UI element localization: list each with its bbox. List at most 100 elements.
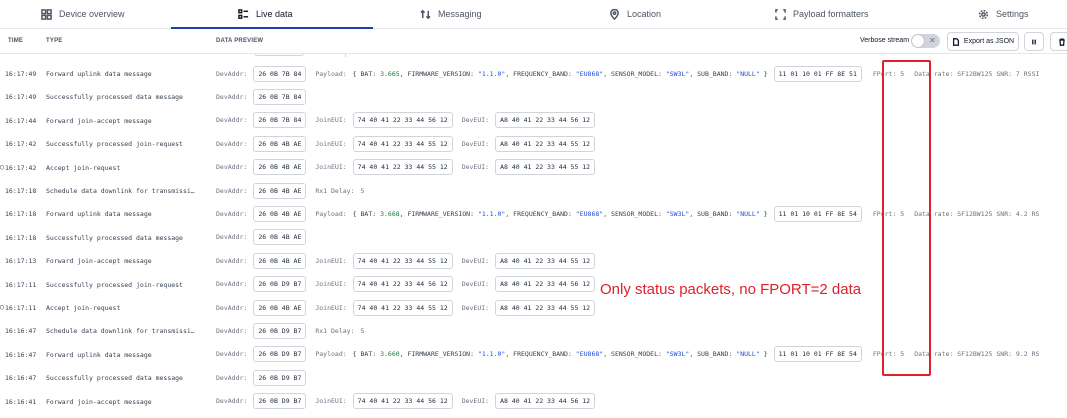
deveui-chip[interactable]: A8 40 41 22 33 44 55 12 bbox=[495, 159, 596, 176]
live-data-header: TIME TYPE DATA PREVIEW Verbose stream ✕ … bbox=[0, 29, 1067, 54]
payload-value: "NULL" bbox=[736, 350, 760, 359]
joineui-label: JoinEUI: bbox=[315, 116, 347, 125]
joineui-chip[interactable]: 74 40 41 22 33 44 55 12 bbox=[352, 252, 453, 269]
payload-key: } bbox=[759, 69, 768, 78]
uplink-metadata: Data rate: SF12BW125 SNR: 7 RSSI bbox=[914, 69, 1040, 78]
deveui-label: DevEUI: bbox=[461, 256, 490, 265]
deveui-chip[interactable]: A8 40 41 22 33 44 56 12 bbox=[495, 112, 596, 129]
data-preview: DevAddr: 26 0B 4B AE Payload: { BAT: 3.668,… bbox=[216, 205, 1039, 222]
devaddr-chip[interactable]: 26 0B D9 B7 bbox=[253, 322, 307, 339]
deveui-chip[interactable]: A8 40 41 22 33 44 56 12 bbox=[495, 393, 596, 410]
export-json-button[interactable]: Export as JSON bbox=[947, 32, 1019, 51]
event-row[interactable]: ◯ 16:17:11 Accept join-request DevAddr: 26 0… bbox=[0, 296, 1067, 319]
event-row[interactable]: 16:17:49 Successfully processed data mess… bbox=[0, 85, 1067, 108]
verbose-stream-toggle[interactable]: ✕ bbox=[911, 34, 940, 48]
payload-key: , SUB_BAND: bbox=[689, 209, 737, 218]
tab-label: Location bbox=[627, 9, 662, 19]
payload-key: , SENSOR_MODEL: bbox=[603, 350, 666, 359]
clear-button[interactable] bbox=[1050, 32, 1067, 51]
event-row[interactable]: 16:17:18 Forward uplink data message DevAd… bbox=[0, 202, 1067, 225]
column-header-type: TYPE bbox=[46, 38, 63, 44]
devaddr-chip[interactable]: 26 0B 4B AE bbox=[253, 299, 307, 316]
tab-location[interactable]: Location bbox=[609, 0, 661, 28]
data-preview: DevAddr: 26 0B D9 B7 Rx1 Delay: 5 bbox=[216, 322, 364, 339]
tab-live-data[interactable]: Live data bbox=[238, 0, 293, 28]
payload-hex-chip[interactable]: 11 01 10 01 FF 8E 51 bbox=[773, 65, 862, 82]
event-row[interactable]: 16:16:47 Schedule data downlink for trans… bbox=[0, 319, 1067, 342]
tab-settings[interactable]: Settings bbox=[978, 0, 1029, 28]
devaddr-chip[interactable]: 26 0B 4B AE bbox=[253, 252, 307, 269]
document-icon bbox=[952, 37, 959, 46]
event-row[interactable]: ◯ 16:17:42 Accept join-request DevAddr: 26 0… bbox=[0, 156, 1067, 179]
event-type: Successfully processed data message bbox=[46, 233, 183, 242]
column-header-data-preview: DATA PREVIEW bbox=[216, 38, 264, 44]
payload-key: , SUB_BAND: bbox=[689, 350, 737, 359]
payload-hex-chip[interactable]: 11 01 10 01 FF 8E 54 bbox=[773, 205, 862, 222]
devaddr-label: DevAddr: bbox=[216, 139, 248, 148]
devaddr-chip[interactable]: 26 0B 4B AE bbox=[253, 159, 307, 176]
joineui-chip[interactable]: 74 40 41 22 33 44 56 12 bbox=[352, 393, 453, 410]
joineui-label: JoinEUI: bbox=[315, 256, 347, 265]
payload-value: "EU868" bbox=[575, 350, 604, 359]
payload-label: Payload: bbox=[315, 69, 347, 78]
data-preview: DevAddr: 26 0B 7B 84 Payload: { BAT: 3.665,… bbox=[216, 65, 1039, 82]
deveui-label: DevEUI: bbox=[461, 303, 490, 312]
devaddr-chip[interactable]: 26 0B 7B 84 bbox=[253, 88, 307, 105]
event-type: Forward join-accept message bbox=[46, 257, 152, 266]
data-preview: DevAddr: 26 0B D9 B7 JoinEUI: 74 40 41 22 3… bbox=[216, 393, 604, 410]
devaddr-chip[interactable]: 26 0B 4B AE bbox=[253, 135, 307, 152]
export-json-label: Export as JSON bbox=[963, 38, 1015, 45]
event-row[interactable]: 16:17:18 Successfully processed data mess… bbox=[0, 226, 1067, 249]
payload-key: , FIRMWARE_VERSION: bbox=[399, 209, 478, 218]
devaddr-chip[interactable]: 26 0B D9 B7 bbox=[253, 369, 307, 386]
devaddr-chip[interactable]: 26 0B D9 B7 bbox=[253, 276, 307, 293]
devaddr-chip[interactable]: 26 0B 4B AE bbox=[253, 182, 307, 199]
deveui-label: DevEUI: bbox=[461, 163, 490, 172]
event-row[interactable]: 16:16:41 Forward join-accept message DevAd… bbox=[0, 390, 1067, 413]
event-row[interactable]: 16:17:18 Schedule data downlink for trans… bbox=[0, 179, 1067, 202]
deveui-chip[interactable]: A8 40 41 22 33 44 55 12 bbox=[495, 252, 596, 269]
deveui-chip[interactable]: A8 40 41 22 33 44 55 12 bbox=[495, 135, 596, 152]
joineui-chip[interactable]: 74 40 41 22 33 44 55 12 bbox=[352, 299, 453, 316]
event-row[interactable]: 16:17:11 Successfully processed join-requ… bbox=[0, 273, 1067, 296]
event-type: Successfully processed join-request bbox=[46, 280, 183, 289]
tab-device-overview[interactable]: Device overview bbox=[41, 0, 125, 28]
deveui-chip[interactable]: A8 40 41 22 33 44 55 12 bbox=[495, 299, 596, 316]
devaddr-chip[interactable]: 26 0B D9 B7 bbox=[253, 393, 307, 410]
devaddr-chip[interactable]: 26 0B 7B 84 bbox=[253, 65, 307, 82]
devaddr-label: DevAddr: bbox=[216, 233, 248, 242]
location-pin-icon bbox=[610, 8, 619, 20]
event-time: 16:17:13 bbox=[5, 257, 37, 266]
rx1-delay-value: 5 bbox=[360, 326, 365, 335]
tab-payload-formatters[interactable]: Payload formatters bbox=[775, 0, 869, 28]
event-row[interactable]: 16:16:47 Successfully processed data mess… bbox=[0, 366, 1067, 389]
data-preview: DevAddr: 26 0B D9 B7 JoinEUI: 74 40 41 22 3… bbox=[216, 276, 604, 293]
event-time: 16:17:49 bbox=[5, 93, 37, 102]
payload-hex-chip[interactable]: 11 01 10 01 FF 8E 54 bbox=[773, 346, 862, 363]
event-row[interactable]: 16:16:47 Forward uplink data message DevAd… bbox=[0, 343, 1067, 366]
payload-key: } bbox=[759, 209, 768, 218]
event-row[interactable]: 16:17:42 Successfully processed join-requ… bbox=[0, 132, 1067, 155]
arrows-updown-icon bbox=[420, 9, 431, 19]
partial-divider bbox=[345, 54, 346, 57]
payload-key: { BAT: bbox=[352, 209, 381, 218]
devaddr-chip[interactable]: 26 0B 4B AE bbox=[253, 205, 307, 222]
tab-messaging[interactable]: Messaging bbox=[420, 0, 482, 28]
data-preview: DevAddr: 26 0B 4B AE JoinEUI: 74 40 41 22 3… bbox=[216, 252, 604, 269]
devaddr-chip[interactable]: 26 0B 7B 84 bbox=[253, 112, 307, 129]
joineui-chip[interactable]: 74 40 41 22 33 44 56 12 bbox=[352, 276, 453, 293]
event-type: Schedule data downlink for transmissi… bbox=[46, 187, 195, 195]
devaddr-chip[interactable]: 26 0B D9 B7 bbox=[253, 346, 307, 363]
pause-button[interactable] bbox=[1024, 32, 1044, 51]
event-row[interactable]: 16:17:49 Forward uplink data message DevAd… bbox=[0, 62, 1067, 85]
event-row[interactable]: 16:17:44 Forward join-accept message DevAd… bbox=[0, 109, 1067, 132]
joineui-chip[interactable]: 74 40 41 22 33 44 56 12 bbox=[352, 112, 453, 129]
deveui-chip[interactable]: A8 40 41 22 33 44 56 12 bbox=[495, 276, 596, 293]
fport-value: FPort: 5 bbox=[872, 350, 905, 359]
event-row[interactable]: 16:17:13 Forward join-accept message DevAd… bbox=[0, 249, 1067, 272]
joineui-chip[interactable]: 74 40 41 22 33 44 55 12 bbox=[352, 135, 453, 152]
devaddr-label: DevAddr: bbox=[216, 163, 248, 172]
event-time: 16:17:18 bbox=[5, 233, 37, 242]
devaddr-chip[interactable]: 26 0B 4B AE bbox=[253, 229, 307, 246]
joineui-chip[interactable]: 74 40 41 22 33 44 55 12 bbox=[352, 159, 453, 176]
